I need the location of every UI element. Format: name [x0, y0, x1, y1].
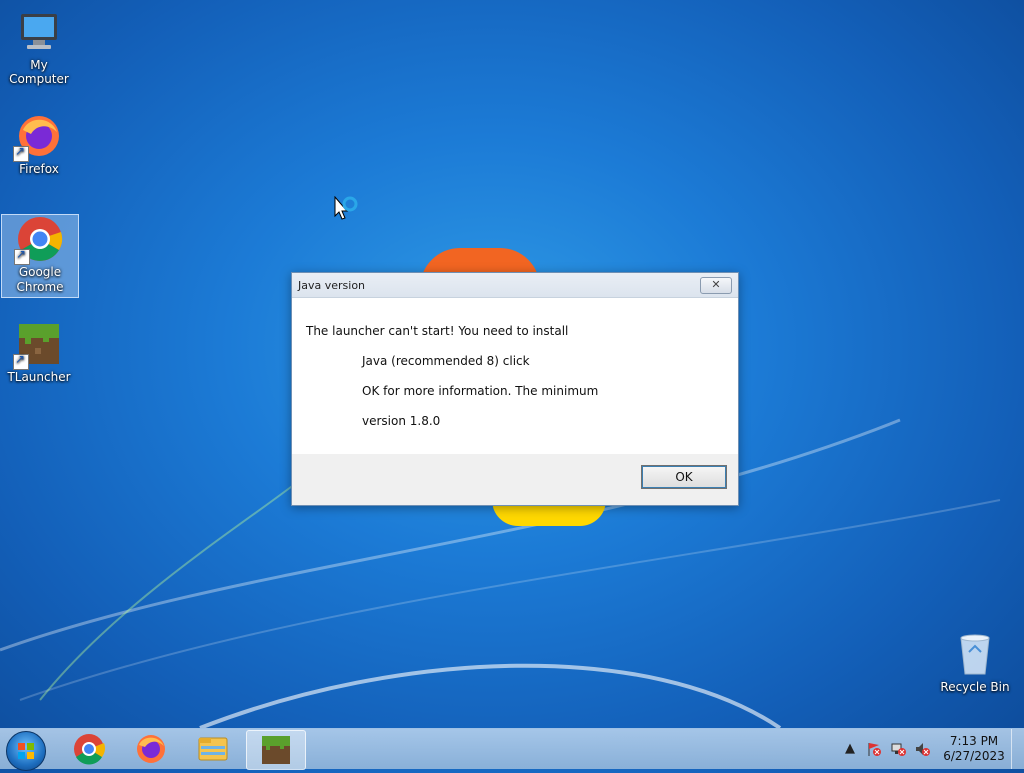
show-desktop-button[interactable] [1011, 729, 1024, 769]
firefox-icon [137, 735, 165, 763]
desktop-icon-recycle-bin[interactable]: Recycle Bin [937, 630, 1013, 694]
desktop-icon-label: Recycle Bin [940, 680, 1010, 694]
taskbar-item-chrome[interactable] [60, 730, 118, 768]
start-button[interactable] [6, 731, 46, 771]
dialog-titlebar[interactable]: Java version ✕ [292, 273, 738, 298]
tlauncher-icon [13, 320, 63, 370]
clock-time: 7:13 PM [949, 734, 999, 748]
taskbar-item-tlauncher[interactable] [246, 730, 306, 770]
chrome-icon [14, 215, 64, 265]
volume-muted-icon[interactable] [914, 741, 930, 757]
shortcut-arrow-icon [14, 247, 30, 265]
taskbar-item-file-explorer[interactable] [184, 730, 242, 768]
recycle-bin-icon [951, 630, 999, 678]
show-hidden-icons-button[interactable]: ▲ [842, 741, 858, 757]
shortcut-arrow-icon [13, 144, 29, 162]
taskbar: ▲ 7:13 PM 6/27/2023 [0, 728, 1024, 771]
chrome-icon [74, 734, 105, 765]
action-center-flag-icon[interactable] [866, 741, 882, 757]
shortcut-arrow-icon [13, 352, 29, 370]
desktop-icon-label: Firefox [19, 162, 59, 176]
dialog-message-area: The launcher can't start! You need to in… [292, 298, 738, 454]
clock-date: 6/27/2023 [943, 749, 1005, 763]
taskbar-clock[interactable]: 7:13 PM 6/27/2023 [942, 734, 1006, 764]
busy-cursor-icon [334, 195, 360, 227]
desktop-icon-label: Google Chrome [16, 265, 64, 294]
java-version-dialog: Java version ✕ The launcher can't start!… [291, 272, 739, 506]
desktop-icon-google-chrome[interactable]: Google Chrome [1, 214, 79, 298]
dialog-footer: OK [292, 454, 738, 505]
network-icon[interactable] [890, 741, 906, 757]
dialog-message-line: version 1.8.0 [362, 414, 441, 428]
desktop-icon-my-computer[interactable]: My Computer [1, 8, 77, 86]
desktop-icon-label: My Computer [9, 58, 69, 86]
desktop-icon-firefox[interactable]: Firefox [1, 112, 77, 176]
desktop-icon-label: TLauncher [7, 370, 71, 384]
file-explorer-icon [198, 737, 228, 761]
close-icon: ✕ [711, 278, 721, 291]
desktop-icon-tlauncher[interactable]: TLauncher [1, 320, 77, 384]
computer-icon [15, 8, 63, 56]
dialog-message-line: OK for more information. The minimum [362, 384, 599, 398]
tlauncher-icon [262, 736, 290, 764]
taskbar-item-firefox[interactable] [122, 730, 180, 768]
dialog-title: Java version [298, 279, 366, 292]
windows-logo-icon [18, 743, 34, 759]
firefox-icon [13, 112, 63, 162]
dialog-message-line: Java (recommended 8) click [362, 354, 530, 368]
close-button[interactable]: ✕ [700, 277, 732, 294]
ok-button[interactable]: OK [641, 465, 727, 489]
dialog-message-line: The launcher can't start! You need to in… [306, 324, 569, 338]
